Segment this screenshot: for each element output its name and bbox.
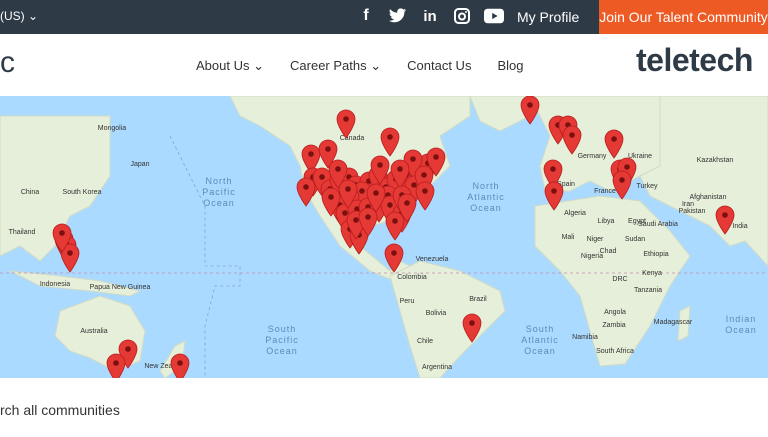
place-label: Turkey: [636, 183, 658, 190]
world-map[interactable]: NorthPacificOceanNorthAtlanticOceanSouth…: [0, 96, 768, 378]
place-label: India: [732, 223, 747, 230]
place-label: Kenya: [642, 270, 662, 277]
location-pin-icon[interactable]: [106, 353, 126, 378]
place-label: Angola: [604, 309, 626, 316]
ocean-label: Ocean: [725, 325, 757, 335]
ocean-label: North: [472, 181, 499, 191]
place-label: Brazil: [469, 296, 487, 303]
youtube-icon[interactable]: [484, 6, 504, 26]
place-label: Mali: [562, 234, 575, 241]
chevron-down-icon: ⌄: [28, 9, 39, 23]
nav-menu: About Us ⌄ Career Paths ⌄ Contact Us Blo…: [196, 58, 549, 74]
ocean-label: South: [526, 324, 555, 334]
social-links: f in: [356, 6, 504, 26]
search-all-communities[interactable]: rch all communities: [0, 402, 120, 418]
ocean-label: Atlantic: [521, 335, 559, 345]
place-label: Peru: [400, 298, 415, 305]
ocean-label: Ocean: [470, 203, 502, 213]
place-label: Afghanistan: [690, 194, 727, 201]
place-label: Japan: [130, 161, 149, 168]
ocean-label: Ocean: [203, 198, 235, 208]
ocean-label: Pacific: [202, 187, 236, 197]
date-line: [169, 135, 241, 378]
place-label: Nigeria: [581, 253, 603, 260]
place-label: Zambia: [602, 322, 625, 329]
ocean-label: South: [268, 324, 297, 334]
place-label: Madagascar: [654, 319, 693, 326]
language-selector[interactable]: (US) ⌄: [0, 9, 38, 23]
instagram-icon[interactable]: [452, 6, 472, 26]
nav-item-contact-us[interactable]: Contact Us: [407, 58, 471, 74]
place-label: Venezuela: [416, 256, 449, 263]
join-talent-community-button[interactable]: Join Our Talent Community: [599, 0, 768, 34]
place-label: Libya: [598, 218, 615, 225]
location-pin-icon[interactable]: [170, 353, 190, 378]
top-bar: (US) ⌄ f in My Profile Join Our Talent C…: [0, 0, 768, 34]
ocean-label: Atlantic: [467, 192, 505, 202]
place-label: Tanzania: [634, 287, 662, 294]
teletech-logo[interactable]: teletech: [636, 42, 753, 79]
place-label: South Korea: [63, 189, 102, 196]
place-label: South Africa: [596, 348, 634, 355]
place-label: Ethiopia: [643, 251, 668, 258]
ocean-label: Pacific: [265, 335, 299, 345]
place-label: France: [594, 188, 616, 195]
ocean-label: North: [205, 176, 232, 186]
ocean-label: Ocean: [266, 346, 298, 356]
ocean-label: Indian: [726, 314, 757, 324]
place-label: Germany: [578, 153, 607, 160]
place-label: Canada: [340, 135, 365, 142]
place-label: Chile: [417, 338, 433, 345]
place-label: Indonesia: [40, 281, 70, 288]
place-label: China: [21, 189, 39, 196]
chevron-down-icon: ⌄: [253, 58, 265, 73]
location-pin-icon[interactable]: [520, 96, 540, 125]
main-nav: c About Us ⌄ Career Paths ⌄ Contact Us B…: [0, 34, 768, 96]
place-label: Papua New Guinea: [90, 284, 151, 291]
place-label: Bolivia: [426, 310, 447, 317]
linkedin-icon[interactable]: in: [420, 6, 440, 26]
site-logo-partial[interactable]: c: [0, 46, 15, 80]
place-label: Saudi Arabia: [638, 221, 678, 228]
place-label: Algeria: [564, 210, 586, 217]
nav-item-blog[interactable]: Blog: [497, 58, 523, 74]
place-label: Colombia: [397, 274, 427, 281]
nav-item-career-paths[interactable]: Career Paths ⌄: [290, 58, 381, 74]
facebook-icon[interactable]: f: [356, 6, 376, 26]
location-pin-icon[interactable]: [415, 181, 435, 211]
twitter-icon[interactable]: [388, 6, 408, 26]
place-label: Australia: [80, 328, 107, 335]
chevron-down-icon: ⌄: [370, 58, 382, 73]
place-label: DRC: [612, 276, 627, 283]
place-label: Pakistan: [679, 208, 706, 215]
ocean-label: Ocean: [524, 346, 556, 356]
place-label: Niger: [587, 236, 604, 243]
my-profile-link[interactable]: My Profile: [517, 9, 579, 25]
location-pin-icon[interactable]: [385, 211, 405, 241]
place-label: Kazakhstan: [697, 157, 734, 164]
place-label: Thailand: [9, 229, 36, 236]
nav-item-about-us[interactable]: About Us ⌄: [196, 58, 264, 74]
place-label: Iran: [682, 201, 694, 208]
community-map[interactable]: North Pacific Ocean North Atlantic Ocean South…: [0, 96, 768, 378]
place-label: Mongolia: [98, 125, 127, 132]
place-label: Namibia: [572, 334, 598, 341]
place-label: Argentina: [422, 364, 452, 371]
place-label: Sudan: [625, 236, 645, 243]
